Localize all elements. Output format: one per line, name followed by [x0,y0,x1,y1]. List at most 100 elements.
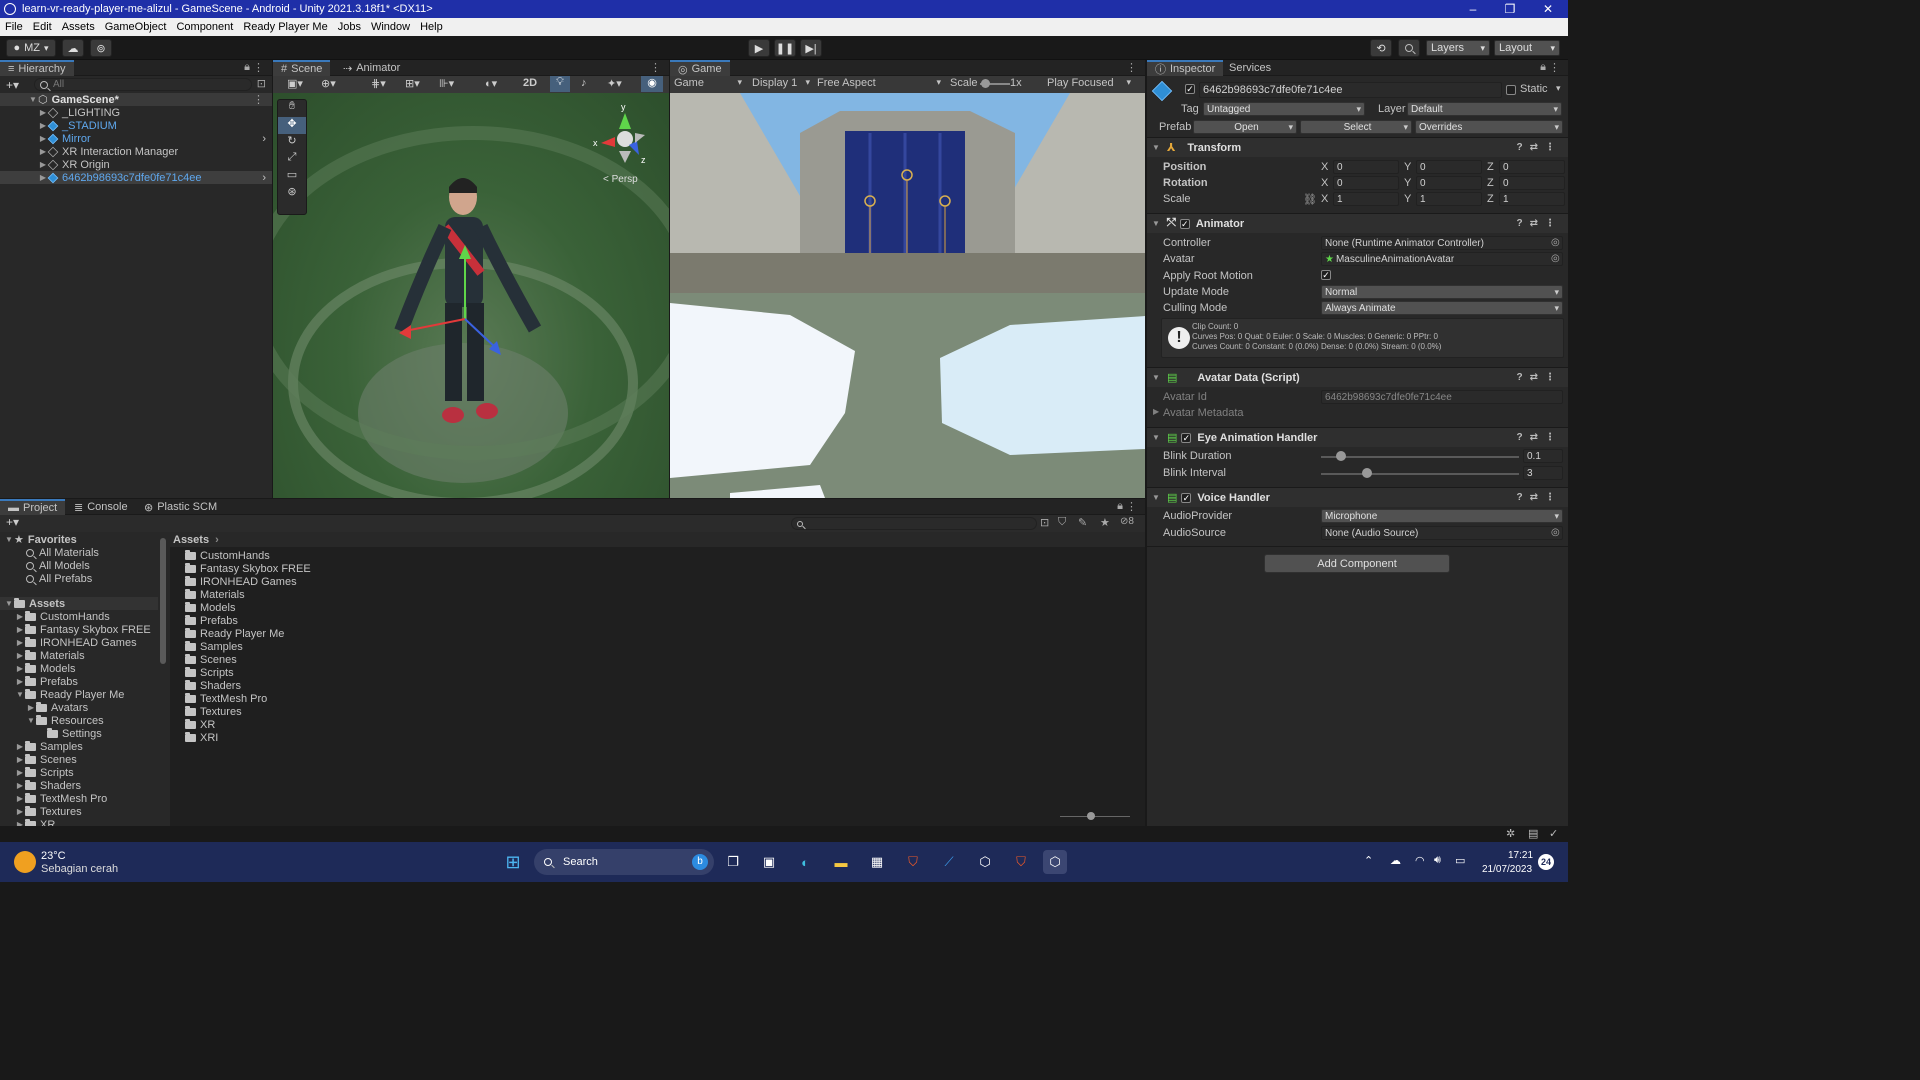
menu-ready-player-me[interactable]: Ready Player Me [238,21,332,33]
weather-desc[interactable]: Sebagian cerah [41,863,118,875]
expand-arrow-icon[interactable]: ▶ [15,677,25,686]
component-actions[interactable]: ?⇄⋮ [1517,218,1563,229]
more-options-icon[interactable]: ⋮ [650,61,661,74]
clock-date[interactable]: 21/07/2023 [1482,864,1532,875]
create-icon[interactable]: +▾ [6,515,19,529]
expand-arrow-icon[interactable]: ▶ [15,807,25,816]
avatar-data-header[interactable]: ▼ ▤ Avatar Data (Script) ?⇄⋮ [1147,367,1568,387]
more-options-icon[interactable]: ⋮ [1126,61,1137,74]
lighting-toggle-icon[interactable]: 💡︎ [550,76,570,92]
blink-interval-thumb[interactable] [1361,468,1372,478]
asset-tree-item[interactable]: ▶ XR [0,818,55,826]
hidden-packages-toggle[interactable]: ⊘8 [1120,516,1134,527]
lock-icon[interactable]: 🔒︎ [244,61,250,74]
undo-history-button[interactable]: ⟲ [1370,39,1392,57]
minimize-button[interactable]: – [1455,0,1491,18]
weather-icon[interactable] [14,851,36,873]
cloud-button[interactable]: ☁ [62,39,84,57]
breadcrumb-assets[interactable]: Assets [173,534,209,546]
rotation-x-field[interactable]: 0 [1333,176,1399,190]
favorite-item[interactable]: All Models [0,559,90,572]
snap-increment-icon[interactable]: ⊪▾ [439,77,454,90]
game-viewport[interactable] [670,93,1145,498]
icon-size-slider[interactable] [1060,816,1130,817]
blink-interval-field[interactable]: 3 [1523,466,1563,480]
asset-tree-item[interactable]: ▼ Resources [0,714,104,727]
object-picker-icon[interactable]: ◎ [1551,527,1560,538]
expand-arrow-icon[interactable]: ▶ [26,703,36,712]
favorite-item[interactable]: All Prefabs [0,572,92,585]
task-view-icon[interactable]: ❐ [721,850,745,874]
prefab-select-button[interactable]: Select [1300,120,1412,134]
expand-arrow-icon[interactable]: ▼ [28,95,38,104]
rect-tool-icon[interactable]: ▭ [278,168,306,185]
expand-arrow-icon[interactable]: ▶ [1153,407,1159,416]
hand-tool-icon[interactable]: ✋︎ [278,100,306,117]
folder-item[interactable]: Fantasy Skybox FREE [170,562,311,575]
asset-tree-item[interactable]: Settings [0,727,102,740]
scale-tool-icon[interactable]: ⤢ [278,151,306,168]
audio-source-field[interactable]: None (Audio Source) [1321,526,1563,540]
clock-time[interactable]: 17:21 [1508,850,1533,861]
asset-tree-item[interactable]: ▶ Scenes [0,753,77,766]
rotation-y-field[interactable]: 0 [1416,176,1482,190]
search-button[interactable] [1398,39,1420,57]
object-picker-icon[interactable]: ◎ [1551,253,1560,264]
folder-item[interactable]: Models [170,601,235,614]
display-dropdown[interactable]: Display 1 ▾ [752,77,810,89]
expand-arrow-icon[interactable]: ▶ [15,664,25,673]
tab-animator[interactable]: ⇢ Animator [335,60,408,76]
onedrive-icon[interactable]: ☁ [1390,854,1401,867]
grid-snap-icon[interactable]: ⋕▾ [371,77,386,90]
favorite-item[interactable]: All Materials [0,546,99,559]
perspective-toggle[interactable]: < Persp [603,174,638,185]
tab-inspector[interactable]: ⓘ Inspector [1147,60,1224,76]
object-name-field[interactable]: 6462b98693c7dfe0fe71c4ee [1199,82,1502,98]
link-icon[interactable]: ⛓︎ [1303,193,1317,206]
hierarchy-item[interactable]: ▶ XR Origin [0,158,272,171]
play-button[interactable]: ▶ [748,39,770,57]
menu-jobs[interactable]: Jobs [333,21,366,33]
chevron-right-icon[interactable]: › [262,133,266,145]
voice-handler-header[interactable]: ▼ ▤ ✓ Voice Handler ?⇄⋮ [1147,487,1568,507]
unity-editor-icon[interactable]: ⬡ [1043,850,1067,874]
volume-icon[interactable]: 🔊︎ [1434,854,1441,867]
expand-arrow-icon[interactable]: ▼ [15,690,25,699]
brave-browser-2-icon[interactable]: ⛉ [1009,850,1033,874]
project-search-input[interactable] [791,517,1037,530]
hierarchy-item[interactable]: ▶ XR Interaction Manager [0,145,272,158]
menu-window[interactable]: Window [366,21,415,33]
asset-tree-item[interactable]: ▶ Samples [0,740,83,753]
menu-component[interactable]: Component [171,21,238,33]
hierarchy-item[interactable]: ▶ 6462b98693c7dfe0fe71c4ee › [0,171,272,184]
tag-filter-icon[interactable]: ✎ [1078,516,1087,529]
tray-overflow-icon[interactable]: ⌃ [1364,854,1373,867]
weather-temp[interactable]: 23°C [41,850,66,862]
asset-tree-item[interactable]: ▶ Avatars [0,701,88,714]
position-y-field[interactable]: 0 [1416,160,1482,174]
menu-file[interactable]: File [0,21,28,33]
chevron-right-icon[interactable]: › [262,172,266,184]
asset-tree-item[interactable]: ▶ Scripts [0,766,74,779]
add-component-button[interactable]: Add Component [1264,554,1450,573]
apply-root-motion-checkbox[interactable]: ✓ [1321,270,1331,280]
add-icon[interactable]: +▾ [6,78,19,92]
expand-arrow-icon[interactable]: ▶ [15,755,25,764]
active-checkbox[interactable]: ✓ [1185,84,1195,94]
aspect-dropdown[interactable]: Free Aspect ▾ [817,77,941,89]
expand-arrow-icon[interactable]: ▶ [15,794,25,803]
expand-arrow-icon[interactable]: ▶ [15,612,25,621]
culling-mode-dropdown[interactable]: Always Animate [1321,301,1563,315]
assets-root-row[interactable]: ▼ Assets [0,597,158,610]
expand-arrow-icon[interactable]: ▶ [15,742,25,751]
asset-tree-item[interactable]: ▶ Prefabs [0,675,78,688]
effects-icon[interactable]: ✦▾ [607,77,622,90]
hierarchy-search-input[interactable]: All [34,78,252,91]
maximize-button[interactable]: ❐ [1492,0,1528,18]
asset-tree-item[interactable]: ▶ CustomHands [0,610,110,623]
folder-item[interactable]: Textures [170,705,242,718]
filter-icon[interactable]: ⊡ [257,77,266,90]
folder-item[interactable]: TextMesh Pro [170,692,267,705]
asset-tree-item[interactable]: ▶ IRONHEAD Games [0,636,137,649]
collapse-arrow-icon[interactable]: ▼ [1151,219,1161,228]
